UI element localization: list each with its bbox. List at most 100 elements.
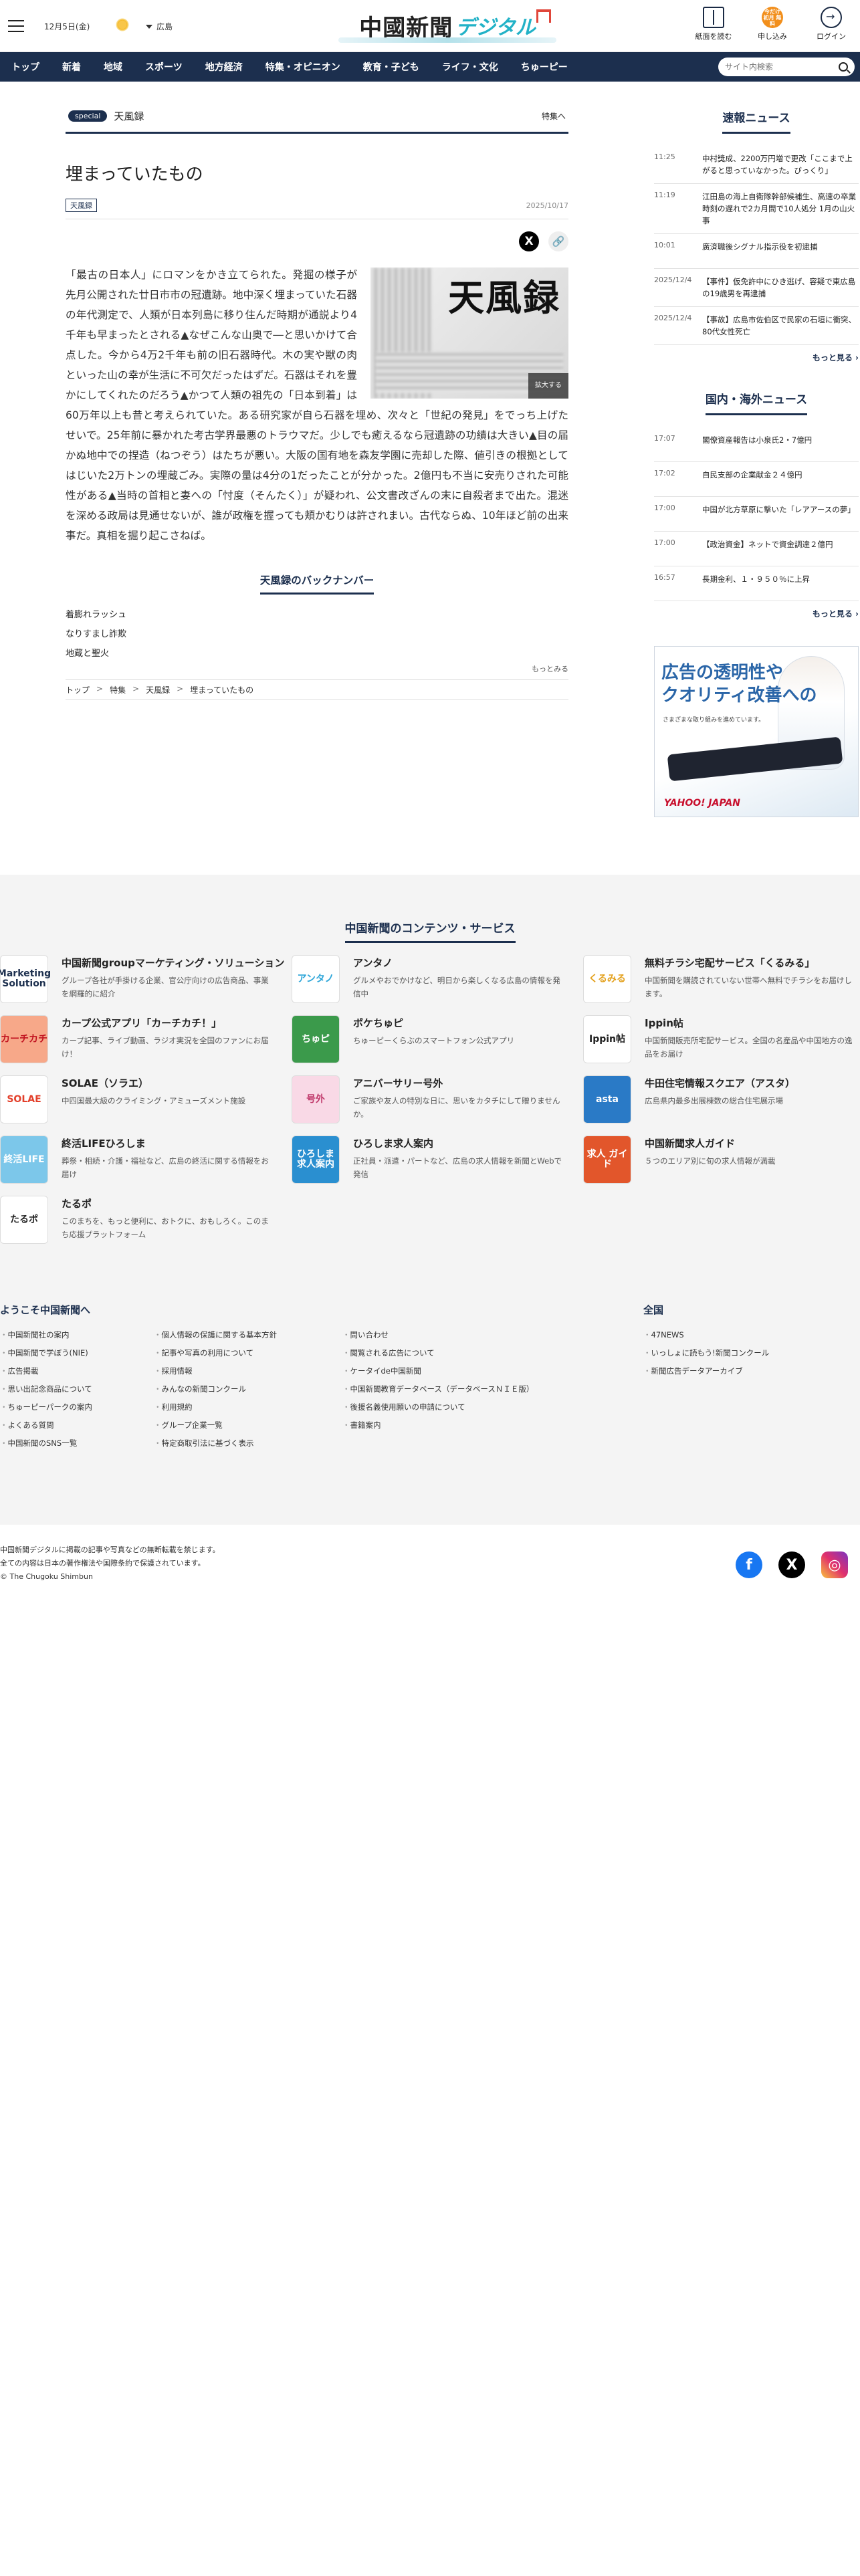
footer-link[interactable]: 中国新聞で学ぼう(NIE)	[0, 1344, 154, 1362]
footer-link[interactable]: グループ企業一覧	[154, 1416, 342, 1434]
news-headline: 【事件】仮免許中にひき逃げ、容疑で東広島の19歳男を再逮捕	[702, 277, 856, 298]
national-more-label: もっと見る	[812, 609, 853, 619]
footer-link[interactable]: ケータイde中国新聞	[342, 1362, 633, 1380]
service-text: Ippin帖 中国新聞販売所宅配サービス。全国の名産品や中国地方の逸品をお届け	[645, 1015, 859, 1063]
news-item[interactable]: 2025/12/4 【事件】仮免許中にひき逃げ、容疑で東広島の19歳男を再逮捕	[654, 269, 859, 307]
service-desc: このまちを、もっと便利に、おトクに、おもしろく。このまち応援プラットフォーム	[62, 1216, 269, 1239]
news-item[interactable]: 11:25 中村獎成、2200万円増で更改「ここまで上がると思っていなかった。びっ…	[654, 146, 859, 184]
service-logo-icon: asta	[583, 1075, 631, 1123]
service-item[interactable]: アンタノ アンタノ グルメやおでかけなど、明日から楽しくなる広島の情報を発信中	[292, 955, 583, 1003]
footer-link[interactable]: 中国新聞社の案内	[0, 1326, 154, 1344]
footer-link[interactable]: 閲覧される広告について	[342, 1344, 633, 1362]
service-item[interactable]: くるみる 無料チラシ宅配サービス「くるみる」 中国新聞を購読されていない世帯へ無料で…	[583, 955, 860, 1003]
news-item[interactable]: 17:07 閣僚資産報告は小泉氏2・7億円	[654, 427, 859, 462]
nav-economy[interactable]: 地方経済	[194, 52, 254, 82]
news-time: 11:25	[654, 152, 675, 161]
footer-link[interactable]: いっしょに読もう!新聞コンクール	[643, 1344, 844, 1362]
nav-education[interactable]: 教育・子ども	[352, 52, 431, 82]
service-item[interactable]: 終活LIFE 終活LIFEひろしま 葬祭・相続・介護・福祉など、広島の終活に関する情…	[0, 1136, 292, 1184]
search-icon[interactable]	[839, 62, 848, 72]
read-paper-button[interactable]: 紙面を読む	[693, 7, 734, 41]
region-selector[interactable]: 広島	[146, 21, 173, 32]
footer-link[interactable]: よくある質問	[0, 1416, 154, 1434]
news-item[interactable]: 11:19 江田島の海上自衛隊幹部候補生、高速の卒業時刻の遅れで2カ月間で10人処…	[654, 184, 859, 234]
breadcrumb-tenpuroku[interactable]: 天風録	[146, 684, 170, 695]
nav-top[interactable]: トップ	[0, 52, 51, 82]
backnumbers-list: 着膨れラッシュ なりすまし詐欺 地蔵と聖火	[66, 605, 568, 663]
search-box	[718, 58, 855, 76]
news-item[interactable]: 17:00 中国が北方草原に撃いた「レアアースの夢」	[654, 497, 859, 532]
article-photo[interactable]: 天風録 拡大する	[370, 267, 568, 399]
service-item[interactable]: Marketing Solution 中国新聞groupマーケティング・ソリューシ…	[0, 955, 292, 1003]
breadcrumb-special[interactable]: 特集	[110, 684, 126, 695]
copy-link-icon[interactable]: 🔗	[548, 231, 568, 251]
breaking-more-link[interactable]: もっと見る ›	[654, 352, 859, 363]
footer-link[interactable]: 個人情報の保護に関する基本方針	[154, 1326, 342, 1344]
news-headline: 長期金利、１・９５０％に上昇	[702, 574, 810, 584]
footer-link[interactable]: 書籍案内	[342, 1416, 633, 1434]
x-icon[interactable]: X	[778, 1551, 805, 1578]
news-item[interactable]: 10:01 廣済職後シグナル指示役を初逮捕	[654, 234, 859, 269]
login-button[interactable]: ログイン	[811, 7, 852, 41]
footer-link[interactable]: 思い出記念商品について	[0, 1380, 154, 1398]
news-item[interactable]: 16:57 長期金利、１・９５０％に上昇	[654, 566, 859, 601]
service-item[interactable]: 求人 ガイド 中国新聞求人ガイド ５つのエリア別に旬の求人情報が満載	[583, 1136, 860, 1184]
apply-button[interactable]: 今だけ 初月 無料 申し込み	[752, 7, 793, 41]
service-item[interactable]: たるポ たるポ このまちを、もっと便利に、おトクに、おもしろく。このまち応援プラット…	[0, 1196, 292, 1244]
national-more-link[interactable]: もっと見る ›	[654, 608, 859, 619]
footer-link[interactable]: ちゅーピーパークの案内	[0, 1398, 154, 1416]
service-item[interactable]: Ippin帖 Ippin帖 中国新聞販売所宅配サービス。全国の名産品や中国地方の逸品…	[583, 1015, 860, 1063]
footer-link[interactable]: 問い合わせ	[342, 1326, 633, 1344]
footer-link[interactable]: 後援名義使用願いの申請について	[342, 1398, 633, 1416]
nav-sports[interactable]: スポーツ	[134, 52, 194, 82]
service-item[interactable]: asta 牛田住宅情報スクエア（アスタ） 広島県内最多出展棟数の総合住宅展示場	[583, 1075, 860, 1123]
footer-link[interactable]: 広告掲載	[0, 1362, 154, 1380]
service-item[interactable]: ちゅピ ポケちゅピ ちゅーピーくらぶのスマートフォン公式アプリ	[292, 1015, 583, 1063]
news-item[interactable]: 2025/12/4 【事故】広島市佐伯区で民家の石垣に衝突、80代女性死亡	[654, 307, 859, 345]
footer-link[interactable]: 採用情報	[154, 1362, 342, 1380]
service-item[interactable]: カーチカチ カープ公式アプリ「カーチカチ！」 カープ記事、ライブ動画、ラジオ実況を全…	[0, 1015, 292, 1063]
footer-link[interactable]: 中国新聞教育データベース（データベースＮＩＥ版）	[342, 1380, 633, 1398]
nav-chupy[interactable]: ちゅーピー	[510, 52, 579, 82]
service-name: 終活LIFEひろしま	[62, 1138, 146, 1150]
torii-icon	[536, 9, 551, 23]
service-item[interactable]: 号外 アニバーサリー号外 ご家族や友人の特別な日に、思いをカタチにして贈りませんか。	[292, 1075, 583, 1123]
backnumber-item[interactable]: 着膨れラッシュ	[66, 605, 568, 625]
news-item[interactable]: 17:00 【政治資金】ネットで資金調達２億円	[654, 532, 859, 566]
copyright-line: © The Chugoku Shimbun	[0, 1572, 93, 1581]
footer-link[interactable]: 47NEWS	[643, 1326, 844, 1344]
service-logo-icon: Marketing Solution	[0, 955, 51, 1003]
service-item[interactable]: SOLAE SOLAE（ソラエ） 中四国最大級のクライミング・アミューズメント施設	[0, 1075, 292, 1123]
nav-opinion[interactable]: 特集・オピニオン	[254, 52, 352, 82]
nav-new[interactable]: 新着	[51, 52, 92, 82]
x-share-icon[interactable]: X	[519, 231, 539, 251]
article-tag[interactable]: 天風録	[66, 199, 97, 212]
copyright-line: 全ての内容は日本の著作権法や国際条約で保護されています。	[0, 1559, 205, 1568]
breadcrumb-top[interactable]: トップ	[66, 684, 90, 695]
site-logo[interactable]: 中國新聞 デジタル	[338, 8, 556, 43]
nav-life[interactable]: ライフ・文化	[431, 52, 510, 82]
menu-icon[interactable]	[8, 20, 24, 32]
backnumber-item[interactable]: 地蔵と聖火	[66, 644, 568, 663]
backnumbers-more[interactable]: もっとみる	[66, 663, 568, 680]
backnumber-item[interactable]: なりすまし詐欺	[66, 625, 568, 644]
special-link[interactable]: 特集へ	[542, 110, 566, 122]
footer-link[interactable]: 新聞広告データアーカイブ	[643, 1362, 844, 1380]
service-logo-icon: 終活LIFE	[0, 1136, 48, 1184]
apply-label: 申し込み	[758, 32, 787, 41]
search-input[interactable]	[725, 62, 832, 72]
nav-region[interactable]: 地域	[92, 52, 134, 82]
service-item[interactable]: ひろしま 求人案内 ひろしま求人案内 正社員・派遣・パートなど、広島の求人情報を新聞…	[292, 1136, 583, 1184]
news-item[interactable]: 17:02 自民支部の企業献金２４億円	[654, 462, 859, 497]
special-name[interactable]: 天風録	[114, 109, 144, 123]
service-desc: 中国新聞を購読されていない世帯へ無料でチラシをお届けします。	[645, 976, 852, 998]
facebook-icon[interactable]: f	[736, 1551, 762, 1578]
enlarge-button[interactable]: 拡大する	[528, 373, 568, 399]
footer-link[interactable]: 記事や写真の利用について	[154, 1344, 342, 1362]
footer-link[interactable]: 特定商取引法に基づく表示	[154, 1434, 342, 1453]
ad-banner[interactable]: 広告の透明性や クオリティ改善への さまざまな取り組みを進めています。 YAHO…	[654, 646, 859, 817]
footer-link[interactable]: 利用規約	[154, 1398, 342, 1416]
footer-link[interactable]: みんなの新聞コンクール	[154, 1380, 342, 1398]
footer-link[interactable]: 中国新聞のSNS一覧	[0, 1434, 154, 1453]
instagram-icon[interactable]: ◎	[821, 1551, 848, 1578]
